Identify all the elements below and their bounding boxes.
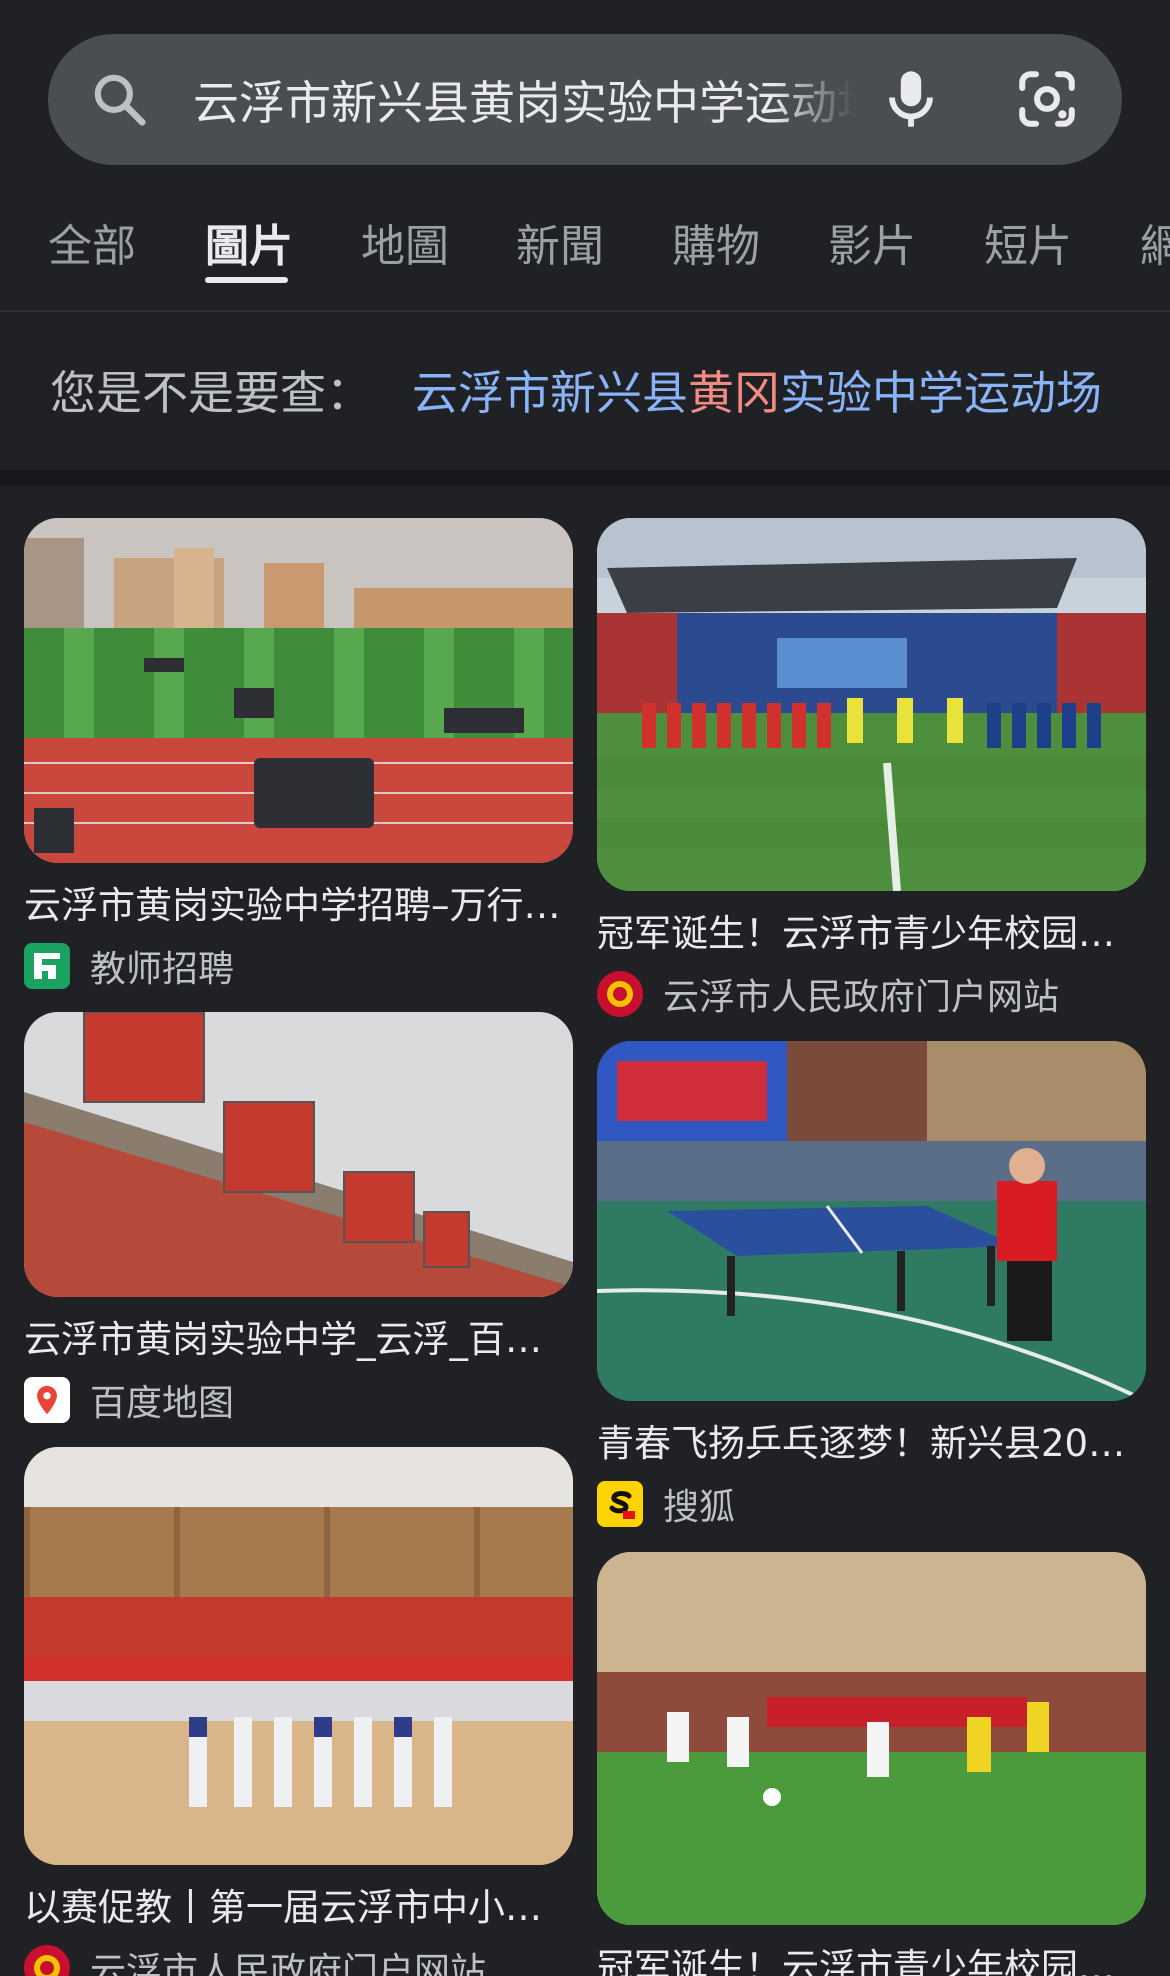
result-image-indoor-gym-students[interactable] xyxy=(24,1447,573,1865)
google-lens-icon[interactable] xyxy=(1014,66,1080,132)
result-image-school-rooftop-sign[interactable] xyxy=(24,1012,573,1297)
national-emblem-icon xyxy=(24,1945,70,1976)
result-card[interactable]: 云浮市黄岗实验中学招聘–万行… 教师招聘 xyxy=(24,518,573,991)
result-image-school-sports-field[interactable] xyxy=(24,518,573,863)
source-name: 教师招聘 xyxy=(90,949,235,990)
tab-short-videos[interactable]: 短片 xyxy=(984,210,1072,274)
source-name: 云浮市人民政府门户网站 xyxy=(90,1951,487,1976)
result-source[interactable]: 云浮市人民政府门户网站 xyxy=(24,1943,573,1976)
sohu-logo-icon xyxy=(597,1481,643,1527)
result-source[interactable]: 百度地图 xyxy=(24,1375,573,1425)
national-emblem-icon xyxy=(597,971,643,1017)
tab-web[interactable]: 網 xyxy=(1140,210,1170,274)
result-card[interactable]: 青春飞扬乒乓逐梦！新兴县202… 搜狐 xyxy=(597,1041,1146,1529)
tab-videos[interactable]: 影片 xyxy=(828,210,916,274)
result-caption[interactable]: 冠军诞生！云浮市青少年校园足… xyxy=(597,1937,1146,1976)
suggestion-text: 云浮市新兴县 xyxy=(412,366,688,420)
search-input[interactable]: 云浮市新兴县黄岗实验中学运动场 xyxy=(193,34,853,165)
result-card[interactable]: 以赛促教丨第一届云浮市中小学… 云浮市人民政府门户网站 xyxy=(24,1447,573,1976)
result-caption[interactable]: 云浮市黄岗实验中学_云浮_百… xyxy=(24,1309,573,1363)
result-source[interactable]: 教师招聘 xyxy=(24,941,573,991)
did-you-mean-suggestion[interactable]: 云浮市新兴县黄冈实验中学运动场 xyxy=(412,357,1102,423)
source-name: 搜狐 xyxy=(663,1487,736,1528)
divider xyxy=(0,310,1170,312)
result-caption[interactable]: 青春飞扬乒乓逐梦！新兴县202… xyxy=(597,1413,1146,1467)
source-name: 百度地图 xyxy=(90,1383,235,1424)
mic-icon[interactable] xyxy=(876,64,946,134)
result-card[interactable]: 云浮市黄岗实验中学_云浮_百… 百度地图 xyxy=(24,1012,573,1425)
active-tab-indicator xyxy=(205,277,288,283)
search-tabs: 全部 圖片 地圖 新聞 購物 影片 短片 網 xyxy=(0,200,1170,310)
result-card[interactable]: 冠军诞生！云浮市青少年校园足… xyxy=(597,1552,1146,1976)
tab-shopping[interactable]: 購物 xyxy=(672,210,760,274)
search-icon[interactable] xyxy=(88,68,150,130)
map-pin-icon xyxy=(24,1377,70,1423)
image-search-results-page: 云浮市新兴县黄岗实验中学运动场 全部 圖片 地圖 新聞 購物 影片 短片 網 您… xyxy=(0,0,1170,1976)
search-bar[interactable]: 云浮市新兴县黄岗实验中学运动场 xyxy=(48,34,1122,165)
result-image-stadium-football-teams[interactable] xyxy=(597,518,1146,891)
result-image-table-tennis-match[interactable] xyxy=(597,1041,1146,1401)
result-card[interactable]: 冠军诞生！云浮市青少年校园足… 云浮市人民政府门户网站 xyxy=(597,518,1146,1019)
did-you-mean-label: 您是不是要查： xyxy=(50,366,372,420)
result-source[interactable]: 云浮市人民政府门户网站 xyxy=(597,969,1146,1019)
tab-images[interactable]: 圖片 xyxy=(205,210,293,274)
result-source[interactable]: 搜狐 xyxy=(597,1479,1146,1529)
result-caption[interactable]: 云浮市黄岗实验中学招聘–万行… xyxy=(24,875,573,929)
section-divider xyxy=(0,470,1170,486)
tab-news[interactable]: 新聞 xyxy=(516,210,604,274)
suggestion-correction: 黄冈 xyxy=(688,366,780,420)
wanxing-logo-icon xyxy=(24,943,70,989)
result-caption[interactable]: 冠军诞生！云浮市青少年校园足… xyxy=(597,903,1146,957)
suggestion-text: 实验中学运动场 xyxy=(780,366,1102,420)
did-you-mean: 您是不是要查： 云浮市新兴县黄冈实验中学运动场 xyxy=(50,358,1102,422)
result-caption[interactable]: 以赛促教丨第一届云浮市中小学… xyxy=(24,1877,573,1931)
source-name: 云浮市人民政府门户网站 xyxy=(663,977,1060,1018)
result-image-football-match-action[interactable] xyxy=(597,1552,1146,1925)
tab-all[interactable]: 全部 xyxy=(48,210,136,274)
tab-maps[interactable]: 地圖 xyxy=(361,210,449,274)
